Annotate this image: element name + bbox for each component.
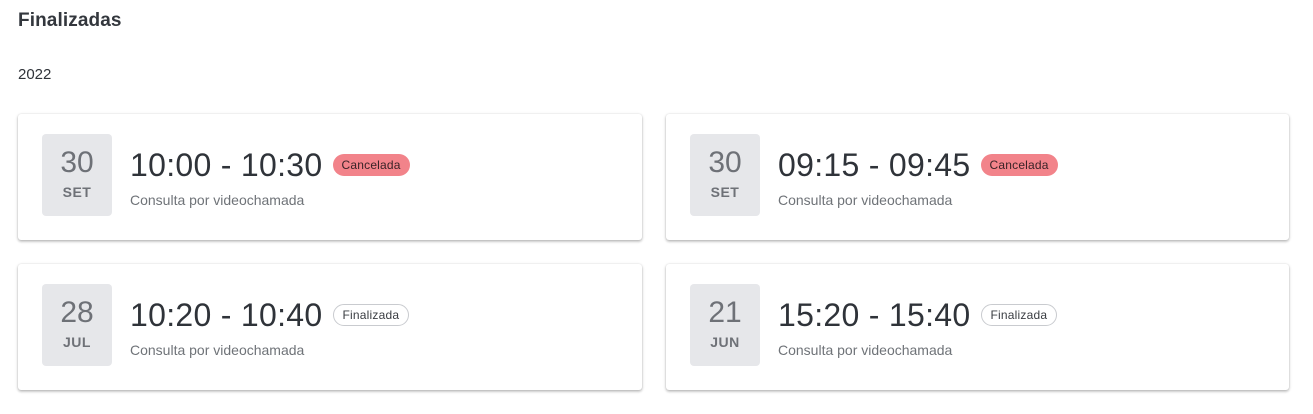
date-day: 28 [60, 296, 94, 329]
date-box: 30 SET [42, 134, 112, 216]
date-month: SET [710, 184, 740, 200]
appointment-card[interactable]: 28 JUL 10:20 - 10:40 Finalizada Consulta… [18, 264, 642, 390]
date-box: 28 JUL [42, 284, 112, 366]
appointment-description: Consulta por videochamada [778, 192, 953, 208]
appointment-card[interactable]: 30 SET 09:15 - 09:45 Cancelada Consulta … [666, 114, 1289, 240]
date-box: 30 SET [690, 134, 760, 216]
time-range: 15:20 - 15:40 [778, 297, 971, 333]
status-badge: Finalizada [980, 304, 1058, 326]
time-range: 10:20 - 10:40 [130, 297, 323, 333]
date-day: 21 [708, 296, 742, 329]
date-month: SET [62, 184, 92, 200]
appointment-info: 15:20 - 15:40 Finalizada Consulta por vi… [778, 296, 1058, 358]
date-day: 30 [708, 146, 742, 179]
status-badge: Finalizada [332, 304, 410, 326]
date-day: 30 [60, 146, 94, 179]
appointment-description: Consulta por videochamada [778, 342, 953, 358]
appointment-card[interactable]: 21 JUN 15:20 - 15:40 Finalizada Consulta… [666, 264, 1289, 390]
year-label: 2022 [18, 66, 52, 83]
appointment-info: 09:15 - 09:45 Cancelada Consulta por vid… [778, 146, 1058, 208]
date-box: 21 JUN [690, 284, 760, 366]
appointment-info: 10:20 - 10:40 Finalizada Consulta por vi… [130, 296, 410, 358]
time-range: 10:00 - 10:30 [130, 147, 323, 183]
appointment-description: Consulta por videochamada [130, 342, 305, 358]
appointments-grid: 30 SET 10:00 - 10:30 Cancelada Consulta … [18, 114, 1289, 390]
appointment-info: 10:00 - 10:30 Cancelada Consulta por vid… [130, 146, 410, 208]
appointment-card[interactable]: 30 SET 10:00 - 10:30 Cancelada Consulta … [18, 114, 642, 240]
appointments-page: Finalizadas 2022 30 SET 10:00 - 10:30 Ca… [0, 0, 1313, 414]
section-title: Finalizadas [18, 10, 122, 31]
time-range: 09:15 - 09:45 [778, 147, 971, 183]
time-row: 09:15 - 09:45 Cancelada [778, 146, 1058, 184]
time-row: 15:20 - 15:40 Finalizada [778, 296, 1058, 334]
time-row: 10:20 - 10:40 Finalizada [130, 296, 410, 334]
status-badge: Cancelada [332, 154, 410, 176]
date-month: JUL [63, 334, 91, 350]
appointment-description: Consulta por videochamada [130, 192, 305, 208]
status-badge: Cancelada [980, 154, 1058, 176]
time-row: 10:00 - 10:30 Cancelada [130, 146, 410, 184]
date-month: JUN [710, 334, 740, 350]
